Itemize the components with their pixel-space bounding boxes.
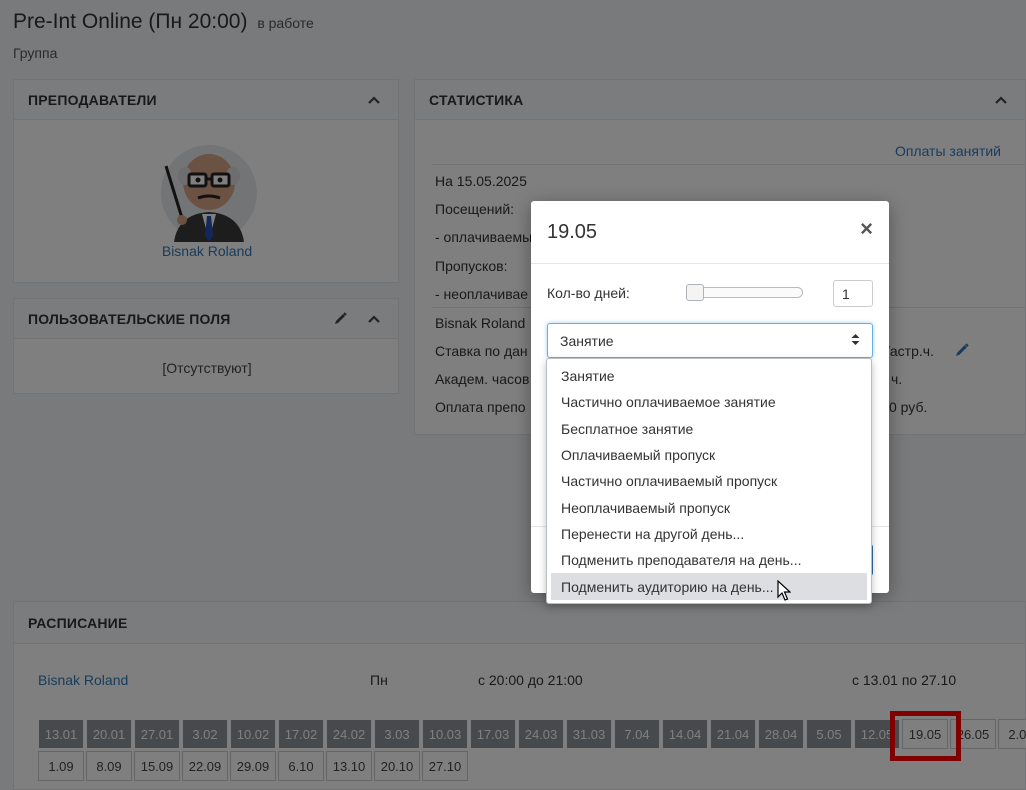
lesson-type-option[interactable]: Занятие (551, 363, 867, 389)
days-count-label: Кол-во дней: (547, 285, 630, 301)
days-slider-track[interactable] (687, 287, 803, 298)
modal-divider (531, 263, 889, 264)
lesson-type-option[interactable]: Частично оплачиваемый пропуск (551, 468, 867, 494)
modal-title: 19.05 (547, 221, 598, 243)
lesson-type-option[interactable]: Подменить аудиторию на день... (551, 573, 867, 600)
lesson-type-selected: Занятие (560, 332, 614, 349)
lesson-type-option[interactable]: Подменить преподавателя на день... (551, 547, 867, 573)
lesson-type-select[interactable]: Занятие (547, 323, 873, 358)
lesson-type-option[interactable]: Перенести на другой день... (551, 521, 867, 547)
days-count-input[interactable] (833, 280, 873, 307)
close-icon[interactable]: × (860, 218, 873, 240)
lesson-type-option[interactable]: Бесплатное занятие (551, 416, 867, 442)
lesson-type-option[interactable]: Неоплачиваемый пропуск (551, 494, 867, 520)
mouse-cursor-icon (777, 579, 792, 605)
days-slider-handle[interactable] (686, 284, 704, 301)
lesson-type-option[interactable]: Частично оплачиваемое занятие (551, 389, 867, 415)
select-arrows-icon (851, 333, 860, 349)
lesson-type-dropdown: Занятие Частично оплачиваемое занятие Бесп… (546, 358, 872, 604)
lesson-type-option[interactable]: Оплачиваемый пропуск (551, 442, 867, 468)
